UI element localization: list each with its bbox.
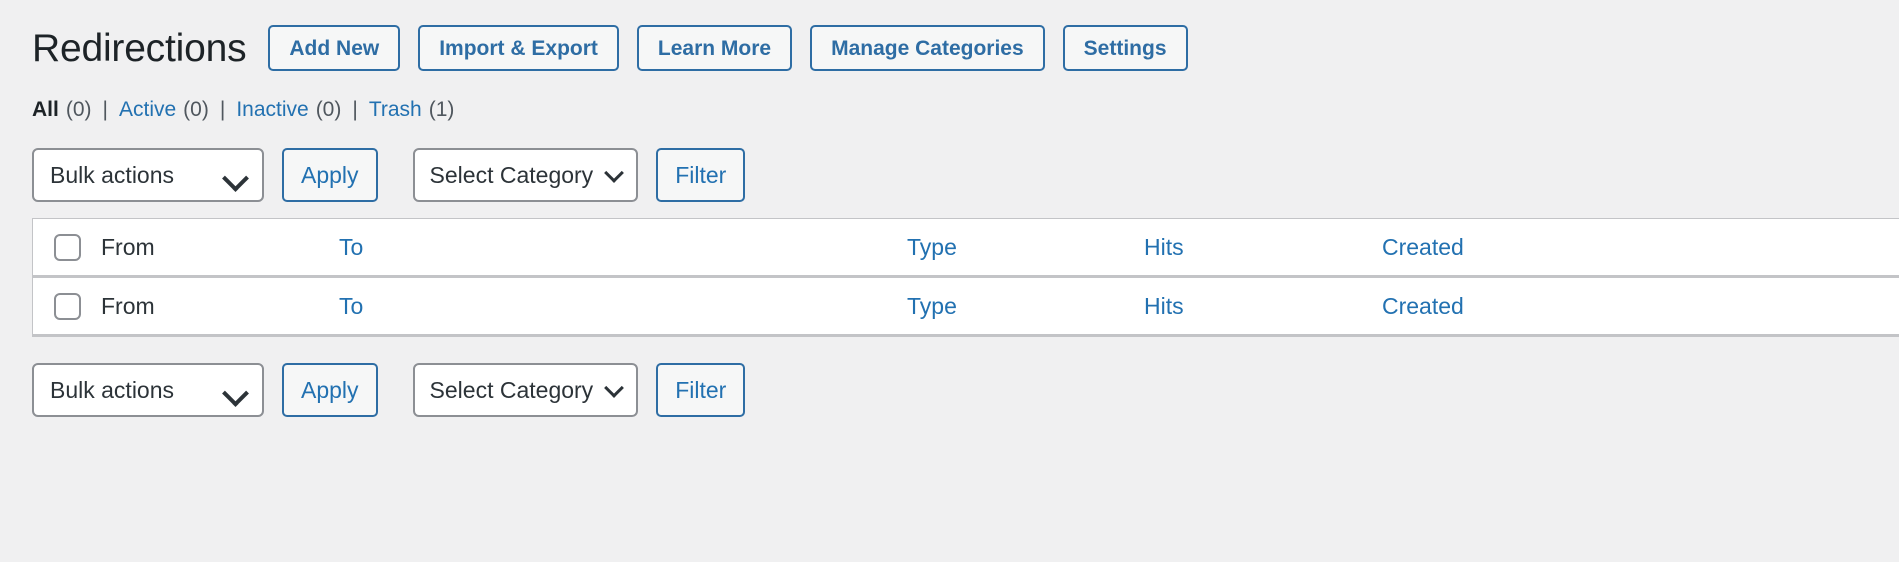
column-header-hits[interactable]: Hits bbox=[1144, 235, 1382, 259]
table-footer-row: From To Type Hits Created bbox=[33, 278, 1899, 337]
filter-link-active[interactable]: Active (0) bbox=[119, 98, 209, 122]
column-header-type[interactable]: Type bbox=[907, 235, 1144, 259]
filter-link-active-count: (0) bbox=[183, 98, 209, 121]
column-footer-hits[interactable]: Hits bbox=[1144, 294, 1382, 318]
add-new-button[interactable]: Add New bbox=[268, 25, 401, 71]
filter-separator: | bbox=[219, 98, 226, 121]
redirections-admin-page: Redirections Add New Import & Export Lea… bbox=[0, 0, 1899, 562]
filter-separator: | bbox=[352, 98, 358, 121]
select-all-checkbox-cell-top bbox=[33, 233, 101, 261]
column-footer-from: From bbox=[101, 292, 155, 319]
chevron-down-icon bbox=[604, 163, 625, 183]
learn-more-button[interactable]: Learn More bbox=[636, 25, 793, 71]
filter-link-trash-label: Trash bbox=[368, 98, 422, 121]
import-export-button[interactable]: Import & Export bbox=[418, 25, 619, 71]
select-category-dropdown-bottom-value: Select Category bbox=[429, 376, 594, 403]
bulk-actions-select-bottom-value: Bulk actions bbox=[50, 376, 175, 403]
column-header-to[interactable]: To bbox=[339, 235, 907, 259]
chevron-down-icon bbox=[222, 165, 249, 192]
filter-link-all-count: (0) bbox=[65, 98, 92, 121]
redirections-table: From To Type Hits Created From To Type H… bbox=[32, 218, 1899, 337]
settings-button[interactable]: Settings bbox=[1062, 25, 1188, 71]
chevron-down-icon bbox=[222, 380, 249, 407]
tablenav-bottom: Bulk actions Apply Select Category Filte… bbox=[32, 363, 1899, 417]
bulk-actions-select-bottom[interactable]: Bulk actions bbox=[32, 363, 264, 417]
filter-button-top[interactable]: Filter bbox=[656, 148, 746, 202]
page-title: Redirections bbox=[32, 26, 247, 70]
filter-link-inactive-count: (0) bbox=[315, 98, 342, 121]
status-filter-links: All (0) | Active (0) | Inactive (0) | Tr… bbox=[32, 98, 1899, 132]
apply-button-bottom[interactable]: Apply bbox=[282, 363, 378, 417]
filter-link-all[interactable]: All (0) bbox=[32, 98, 92, 122]
apply-button-top[interactable]: Apply bbox=[282, 148, 378, 202]
tablenav-top: Bulk actions Apply Select Category Filte… bbox=[32, 148, 1899, 202]
filter-separator: | bbox=[102, 98, 108, 121]
select-category-dropdown-top-value: Select Category bbox=[429, 161, 594, 188]
select-category-dropdown-bottom[interactable]: Select Category bbox=[412, 363, 639, 417]
filter-link-active-label: Active bbox=[118, 98, 177, 121]
chevron-down-icon bbox=[604, 378, 625, 398]
column-footer-type[interactable]: Type bbox=[907, 294, 1144, 318]
select-all-checkbox-cell-bottom bbox=[33, 292, 101, 320]
select-category-dropdown-top[interactable]: Select Category bbox=[412, 148, 639, 202]
column-footer-created[interactable]: Created bbox=[1382, 294, 1899, 318]
column-footer-to[interactable]: To bbox=[339, 294, 907, 318]
column-header-created[interactable]: Created bbox=[1382, 235, 1899, 259]
select-all-checkbox-top[interactable] bbox=[53, 233, 81, 261]
select-all-checkbox-bottom[interactable] bbox=[53, 292, 81, 320]
page-header: Redirections Add New Import & Export Lea… bbox=[32, 0, 1899, 96]
filter-link-trash[interactable]: Trash (1) bbox=[369, 98, 455, 122]
table-header-row: From To Type Hits Created bbox=[33, 219, 1899, 278]
bulk-actions-select-top[interactable]: Bulk actions bbox=[32, 148, 264, 202]
manage-categories-button[interactable]: Manage Categories bbox=[810, 25, 1045, 71]
column-header-from: From bbox=[101, 233, 155, 260]
filter-link-trash-count: (1) bbox=[428, 98, 455, 121]
filter-link-inactive[interactable]: Inactive (0) bbox=[236, 98, 341, 122]
filter-link-inactive-label: Inactive bbox=[236, 98, 309, 121]
filter-link-all-label: All bbox=[32, 98, 59, 121]
filter-button-bottom[interactable]: Filter bbox=[656, 363, 746, 417]
bulk-actions-select-top-value: Bulk actions bbox=[50, 161, 175, 188]
